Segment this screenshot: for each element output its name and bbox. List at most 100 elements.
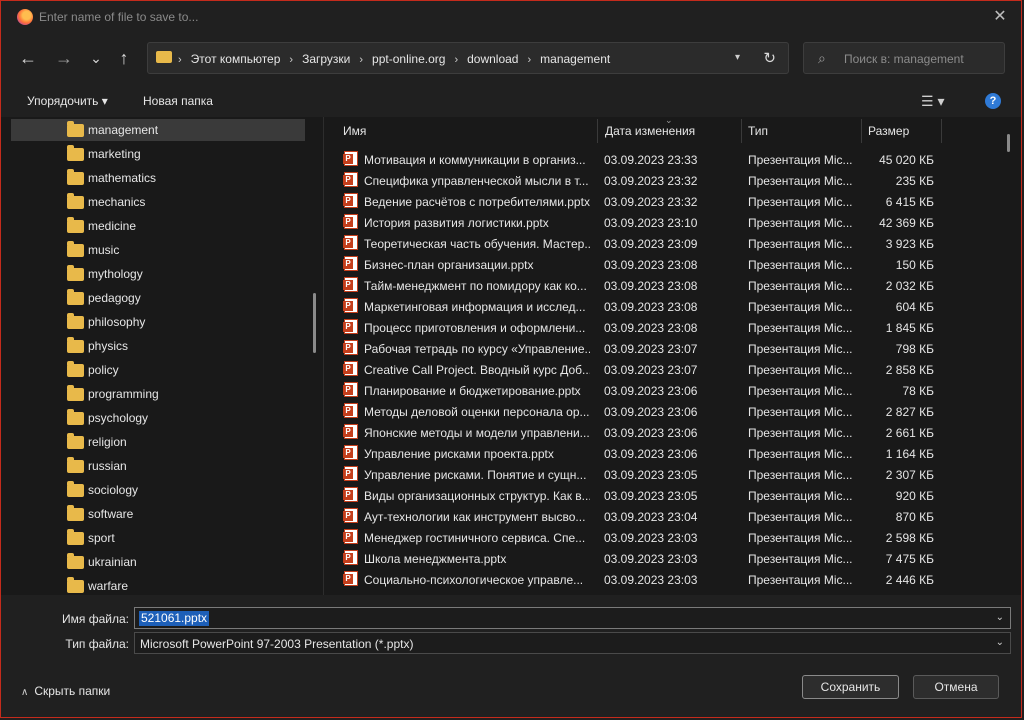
cancel-button[interactable]: Отмена: [913, 675, 999, 699]
back-arrow-icon[interactable]: ←: [17, 47, 39, 69]
file-row[interactable]: Управление рисками проекта.pptx 03.09.202…: [324, 443, 964, 464]
sidebar-item-ukrainian[interactable]: ukrainian: [11, 551, 305, 573]
filetype-select[interactable]: Microsoft PowerPoint 97-2003 Presentatio…: [134, 632, 1011, 654]
sidebar-item-physics[interactable]: physics: [11, 335, 305, 357]
file-type: Презентация Mic...: [748, 426, 853, 440]
file-row[interactable]: Процесс приготовления и оформлени... 03.0…: [324, 317, 964, 338]
file-row[interactable]: Методы деловой оценки персонала ор... 03.…: [324, 401, 964, 422]
recent-locations-chevron-icon[interactable]: ⌄: [85, 47, 107, 69]
filename-value[interactable]: 521061.pptx: [139, 611, 210, 626]
filename-input[interactable]: 521061.pptx ⌄: [134, 607, 1011, 629]
sidebar-item-software[interactable]: software: [11, 503, 305, 525]
file-row[interactable]: Социально-психологическое управле... 03.0…: [324, 569, 964, 590]
sidebar-item-music[interactable]: music: [11, 239, 305, 261]
sidebar-item-sport[interactable]: sport: [11, 527, 305, 549]
file-row[interactable]: Планирование и бюджетирование.pptx 03.09.…: [324, 380, 964, 401]
file-row[interactable]: Виды организационных структур. Как в... 0…: [324, 485, 964, 506]
file-row[interactable]: История развития логистики.pptx 03.09.202…: [324, 212, 964, 233]
breadcrumb-item[interactable]: ppt-online.org: [372, 52, 445, 66]
sidebar-item-philosophy[interactable]: philosophy: [11, 311, 305, 333]
file-type: Презентация Mic...: [748, 552, 853, 566]
file-row[interactable]: Менеджер гостиничного сервиса. Спе... 03.…: [324, 527, 964, 548]
column-header-size[interactable]: Размер: [868, 124, 909, 138]
file-list-scrollbar[interactable]: [1007, 134, 1010, 152]
sidebar-item-mythology[interactable]: mythology: [11, 263, 305, 285]
breadcrumb-item[interactable]: Этот компьютер: [191, 52, 281, 66]
file-date: 03.09.2023 23:04: [604, 510, 698, 524]
file-type: Презентация Mic...: [748, 216, 853, 230]
file-type: Презентация Mic...: [748, 363, 853, 377]
file-name: Методы деловой оценки персонала ор...: [364, 405, 590, 419]
file-size: 3 923 КБ: [885, 237, 934, 251]
column-header-type[interactable]: Тип: [748, 124, 768, 138]
column-header-name[interactable]: Имя: [343, 124, 366, 138]
pptx-file-icon: [343, 571, 358, 586]
breadcrumb-item[interactable]: Загрузки: [302, 52, 350, 66]
file-row[interactable]: Creative Call Project. Вводный курс Доб.…: [324, 359, 964, 380]
sidebar-item-medicine[interactable]: medicine: [11, 215, 305, 237]
help-icon[interactable]: ?: [985, 93, 1001, 109]
breadcrumb-item[interactable]: download: [467, 52, 518, 66]
file-row[interactable]: Бизнес-план организации.pptx 03.09.2023 2…: [324, 254, 964, 275]
forward-arrow-icon[interactable]: →: [53, 47, 75, 69]
address-bar[interactable]: › Этот компьютер › Загрузки › ppt-online.org ›…: [147, 42, 789, 74]
filetype-dropdown-chevron-icon[interactable]: ⌄: [996, 637, 1004, 648]
breadcrumb-item[interactable]: management: [540, 52, 610, 66]
file-type: Презентация Mic...: [748, 300, 853, 314]
column-divider[interactable]: [941, 119, 942, 143]
pptx-file-icon: [343, 319, 358, 334]
hide-folders-button[interactable]: ∧ Скрыть папки: [21, 684, 110, 698]
file-row[interactable]: Управление рисками. Понятие и сущн... 03.…: [324, 464, 964, 485]
column-divider[interactable]: [861, 119, 862, 143]
file-row[interactable]: Теоретическая часть обучения. Мастер... 0…: [324, 233, 964, 254]
organize-button[interactable]: Упорядочить ▾: [27, 94, 108, 108]
up-arrow-icon[interactable]: ↑: [113, 47, 135, 69]
file-size: 78 КБ: [902, 384, 934, 398]
column-divider[interactable]: [741, 119, 742, 143]
file-size: 42 369 КБ: [879, 216, 934, 230]
view-options-icon[interactable]: ☰ ▾: [921, 93, 944, 110]
sidebar-item-label: pedagogy: [88, 291, 141, 305]
file-type: Презентация Mic...: [748, 447, 853, 461]
refresh-icon[interactable]: ↻: [763, 49, 776, 67]
sidebar-item-religion[interactable]: religion: [11, 431, 305, 453]
file-row[interactable]: Тайм-менеджмент по помидору как ко... 03.…: [324, 275, 964, 296]
search-input[interactable]: Поиск в: management: [844, 52, 964, 66]
file-row[interactable]: Школа менеджмента.pptx 03.09.2023 23:03 Пр…: [324, 548, 964, 569]
new-folder-button[interactable]: Новая папка: [143, 94, 213, 108]
sidebar-item-russian[interactable]: russian: [11, 455, 305, 477]
file-row[interactable]: Специфика управленческой мысли в т... 03.…: [324, 170, 964, 191]
folder-icon: [67, 433, 84, 449]
address-dropdown-chevron-icon[interactable]: ▾: [735, 52, 740, 63]
sidebar-item-sociology[interactable]: sociology: [11, 479, 305, 501]
close-icon[interactable]: ✕: [987, 5, 1013, 29]
sidebar-item-policy[interactable]: policy: [11, 359, 305, 381]
file-size: 2 827 КБ: [885, 405, 934, 419]
file-size: 2 858 КБ: [885, 363, 934, 377]
column-divider[interactable]: [597, 119, 598, 143]
save-button[interactable]: Сохранить: [802, 675, 899, 699]
sidebar-scrollbar[interactable]: [313, 293, 316, 353]
sidebar-item-marketing[interactable]: marketing: [11, 143, 305, 165]
sidebar-item-label: mathematics: [88, 171, 157, 185]
file-row[interactable]: Рабочая тетрадь по курсу «Управление... 0…: [324, 338, 964, 359]
sidebar-item-pedagogy[interactable]: pedagogy: [11, 287, 305, 309]
folder-icon: [67, 241, 84, 257]
sidebar-item-mechanics[interactable]: mechanics: [11, 191, 305, 213]
filename-dropdown-chevron-icon[interactable]: ⌄: [996, 612, 1004, 623]
file-type: Презентация Mic...: [748, 384, 853, 398]
search-box[interactable]: ⌕ Поиск в: management: [803, 42, 1005, 74]
file-row[interactable]: Мотивация и коммуникации в организ... 03.…: [324, 149, 964, 170]
sidebar-item-programming[interactable]: programming: [11, 383, 305, 405]
file-size: 2 307 КБ: [885, 468, 934, 482]
file-row[interactable]: Ведение расчётов с потребителями.pptx 03.…: [324, 191, 964, 212]
file-row[interactable]: Маркетинговая информация и исслед... 03.0…: [324, 296, 964, 317]
sidebar-item-mathematics[interactable]: mathematics: [11, 167, 305, 189]
sidebar-item-label: religion: [88, 435, 127, 449]
file-row[interactable]: Японские методы и модели управлени... 03.…: [324, 422, 964, 443]
sidebar-item-warfare[interactable]: warfare: [11, 575, 305, 595]
file-row[interactable]: Аут-технологии как инструмент высво... 03…: [324, 506, 964, 527]
sidebar-item-psychology[interactable]: psychology: [11, 407, 305, 429]
column-header-date[interactable]: Дата изменения: [605, 124, 695, 138]
sidebar-item-management[interactable]: management: [11, 119, 305, 141]
